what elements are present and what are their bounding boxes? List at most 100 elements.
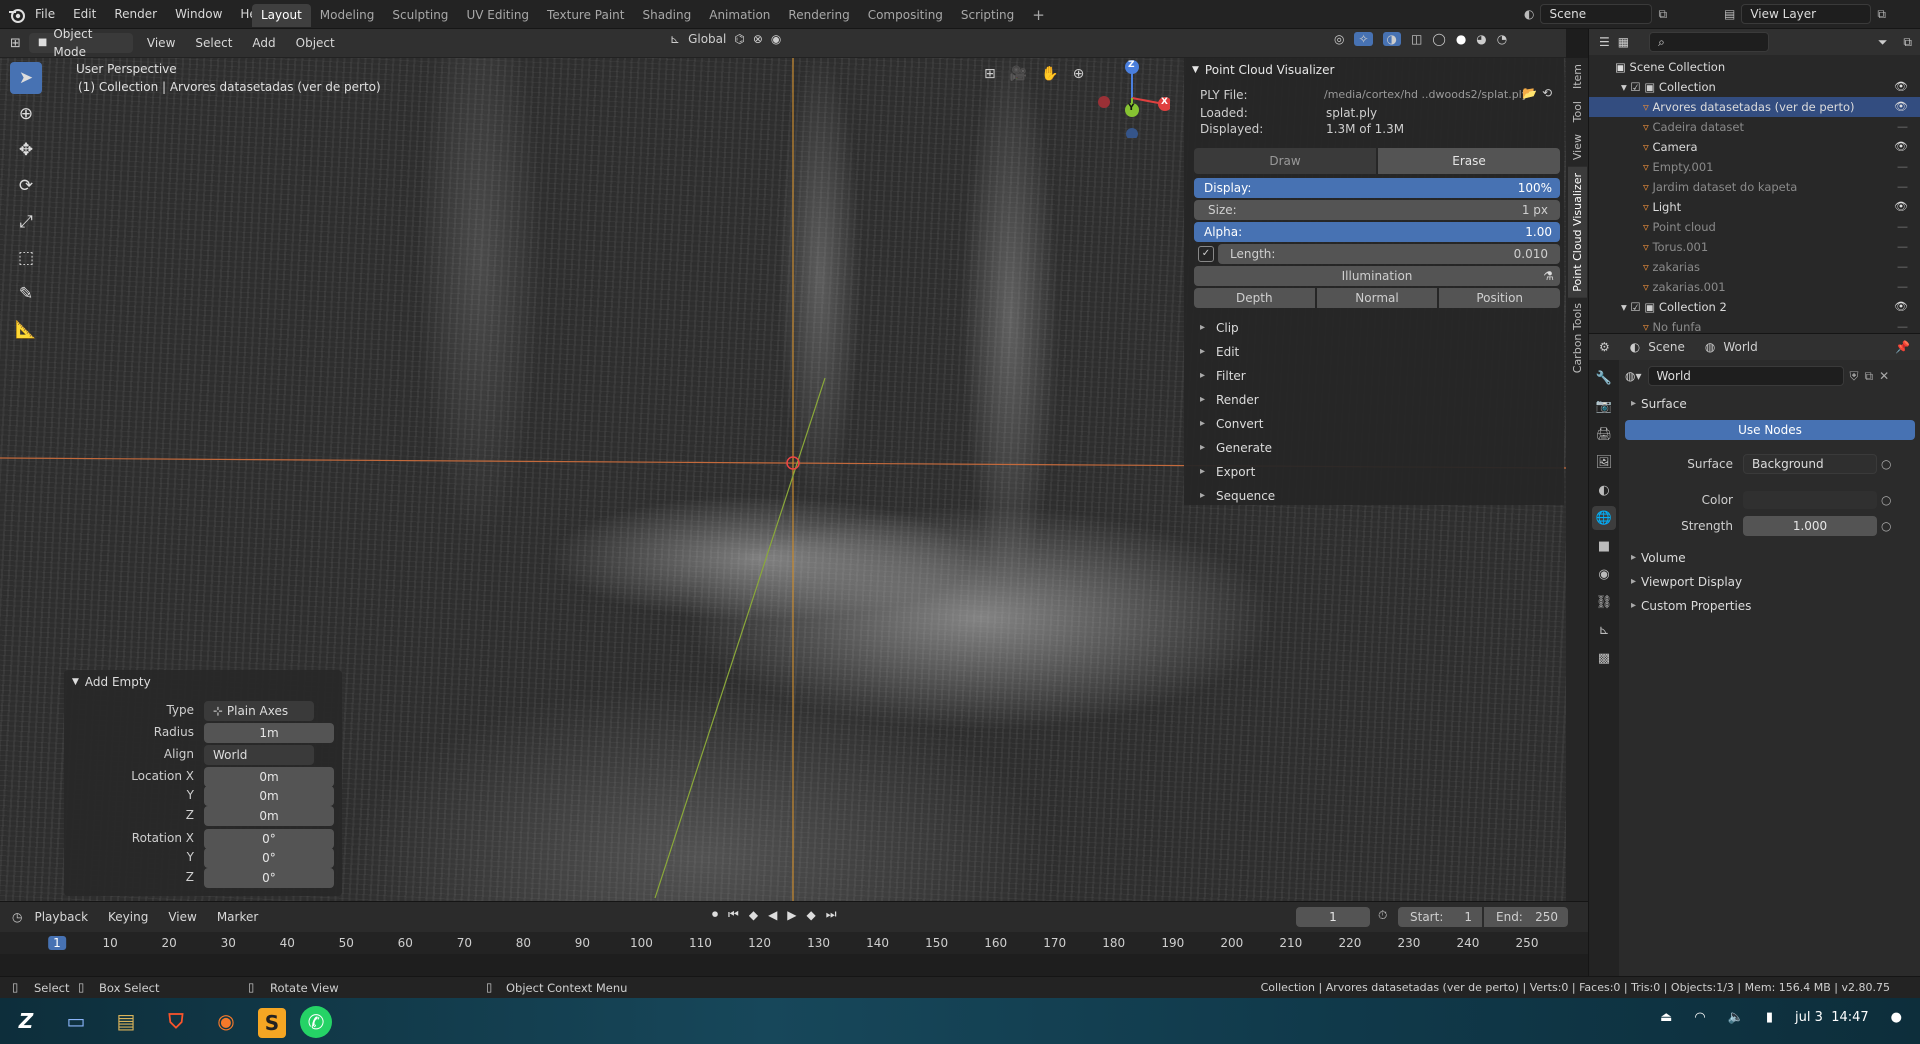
transform-tool-button[interactable]: ⬚ bbox=[10, 242, 42, 274]
rotate-tool-button[interactable]: ⟳ bbox=[10, 170, 42, 202]
navigation-gizmo[interactable]: Z Y X bbox=[1090, 58, 1172, 140]
tab-texture-paint[interactable]: Texture Paint bbox=[538, 4, 633, 27]
texture-tab-icon[interactable]: ▩ bbox=[1592, 646, 1616, 670]
draw-button[interactable]: Draw bbox=[1194, 148, 1376, 174]
object-tab-icon[interactable]: ■ bbox=[1592, 534, 1616, 558]
solid-shading-icon[interactable]: ● bbox=[1456, 32, 1466, 46]
wifi-icon[interactable]: ◠ bbox=[1694, 1010, 1705, 1025]
tab-scripting[interactable]: Scripting bbox=[952, 4, 1023, 27]
gizmo-toggle-icon[interactable]: ✧ bbox=[1354, 32, 1373, 46]
outliner-item[interactable]: ▿ Camera 👁 bbox=[1589, 137, 1920, 157]
record-icon[interactable]: ⏺ bbox=[712, 907, 718, 922]
align-dropdown[interactable]: World bbox=[204, 745, 314, 765]
filter-icon[interactable]: ⏷ bbox=[1878, 35, 1888, 50]
pivot-icon[interactable]: ⌬ bbox=[734, 32, 744, 46]
menu-window[interactable]: Window bbox=[166, 0, 231, 29]
outliner-search[interactable]: ⌕ bbox=[1649, 32, 1770, 52]
output-tab-icon[interactable]: 🖨 bbox=[1592, 422, 1616, 446]
properties-editor-icon[interactable]: ⚙ bbox=[1599, 340, 1610, 354]
volume-icon[interactable]: 🔈 bbox=[1728, 1010, 1744, 1025]
rendered-shading-icon[interactable]: ◔ bbox=[1497, 32, 1507, 46]
type-dropdown[interactable]: ⊹ Plain Axes bbox=[204, 701, 314, 721]
timeline-menu-keying[interactable]: Keying bbox=[100, 906, 156, 928]
outliner-editor-icon[interactable]: ☰ bbox=[1599, 35, 1610, 49]
current-frame-field[interactable]: 1 bbox=[1296, 907, 1370, 927]
tab-uv-editing[interactable]: UV Editing bbox=[457, 4, 538, 27]
section-export[interactable]: Export bbox=[1194, 460, 1560, 484]
outliner-item[interactable]: ▿ Point cloud — bbox=[1589, 217, 1920, 237]
outliner-item[interactable]: ▿ Light 👁 bbox=[1589, 197, 1920, 217]
tab-layout[interactable]: Layout bbox=[252, 4, 311, 27]
open-file-icon[interactable]: 📂 bbox=[1522, 86, 1537, 100]
scene-tab-icon[interactable]: ◐ bbox=[1592, 478, 1616, 502]
rotation-y-field[interactable]: 0° bbox=[204, 848, 334, 868]
add-workspace-button[interactable]: + bbox=[1023, 4, 1054, 27]
brave-browser-icon[interactable]: ⛉ bbox=[158, 1003, 194, 1039]
outliner-item[interactable]: ▿ Cadeira dataset — bbox=[1589, 117, 1920, 137]
visibility-eye-icon[interactable]: 👁 bbox=[1894, 297, 1908, 317]
visibility-eye-icon[interactable]: 👁 bbox=[1894, 137, 1908, 157]
new-scene-icon[interactable]: ⧉ bbox=[1658, 7, 1667, 22]
section-filter[interactable]: Filter bbox=[1194, 364, 1560, 388]
display-mode-icon[interactable]: ▦ bbox=[1618, 35, 1629, 49]
volume-section[interactable]: Volume bbox=[1625, 546, 1915, 570]
blender-app-icon[interactable]: ◉ bbox=[208, 1003, 244, 1039]
timeline-menu-marker[interactable]: Marker bbox=[209, 906, 266, 928]
outliner-item[interactable]: ▿ zakarias.001— bbox=[1589, 277, 1920, 297]
tab-point-cloud-visualizer[interactable]: Point Cloud Visualizer bbox=[1567, 166, 1587, 298]
rotation-z-field[interactable]: 0° bbox=[204, 868, 334, 888]
outliner-item[interactable]: ▿ zakarias — bbox=[1589, 257, 1920, 277]
section-sequence[interactable]: Sequence bbox=[1194, 484, 1560, 508]
surface-socket-icon[interactable]: ○ bbox=[1881, 457, 1891, 471]
section-generate[interactable]: Generate bbox=[1194, 436, 1560, 460]
strength-field[interactable]: 1.000 bbox=[1743, 516, 1877, 536]
visibility-eye-icon[interactable]: 👁 bbox=[1894, 97, 1908, 117]
zoom-icon[interactable]: ⊕ bbox=[1073, 66, 1085, 82]
notification-dot-icon[interactable]: ● bbox=[1891, 1010, 1902, 1025]
fake-user-icon[interactable]: ⛨ bbox=[1850, 369, 1859, 384]
size-field[interactable]: Size: 1 px bbox=[1194, 200, 1560, 220]
timeline-menu-playback[interactable]: Playback bbox=[26, 906, 96, 928]
tab-item[interactable]: Item bbox=[1568, 58, 1587, 95]
tab-modeling[interactable]: Modeling bbox=[311, 4, 384, 27]
illumination-button[interactable]: Illumination ⚗ bbox=[1194, 266, 1560, 286]
custom-properties-section[interactable]: Custom Properties bbox=[1625, 594, 1915, 618]
world-tab-icon[interactable]: 🌐 bbox=[1592, 506, 1616, 530]
cursor-tool-button[interactable]: ⊕ bbox=[10, 98, 42, 130]
tab-view[interactable]: View bbox=[1568, 128, 1587, 166]
outliner-item[interactable]: ▾ ☑ ▣ Collection 👁 bbox=[1589, 77, 1920, 97]
use-nodes-button[interactable]: Use Nodes bbox=[1625, 420, 1915, 440]
hidden-eye-icon[interactable]: — bbox=[1897, 217, 1908, 237]
physics-tab-icon[interactable]: ◉ bbox=[1592, 562, 1616, 586]
pan-hand-icon[interactable]: ✋ bbox=[1041, 66, 1058, 82]
visibility-eye-icon[interactable]: 👁 bbox=[1894, 197, 1908, 217]
rotation-x-field[interactable]: 0° bbox=[204, 829, 334, 849]
position-button[interactable]: Position bbox=[1439, 288, 1561, 308]
visibility-icon[interactable]: ◎ bbox=[1334, 32, 1344, 46]
surface-section-header[interactable]: Surface bbox=[1625, 392, 1915, 416]
tab-carbon-tools[interactable]: Carbon Tools bbox=[1568, 297, 1587, 379]
pin-icon[interactable]: 📌 bbox=[1895, 340, 1910, 354]
stopwatch-icon[interactable]: ⏱ bbox=[1378, 908, 1387, 923]
illumination-settings-icon[interactable]: ⚗ bbox=[1543, 266, 1554, 286]
blender-logo-icon[interactable] bbox=[8, 6, 26, 24]
color-swatch[interactable] bbox=[1743, 491, 1877, 509]
visibility-eye-icon[interactable]: 👁 bbox=[1894, 77, 1908, 97]
wireframe-shading-icon[interactable]: ◯ bbox=[1432, 32, 1445, 46]
new-collection-icon[interactable]: ⧉ bbox=[1903, 35, 1912, 50]
viewport-menu-select[interactable]: Select bbox=[189, 32, 238, 54]
length-checkbox[interactable]: ✓ bbox=[1198, 246, 1214, 262]
outliner-item[interactable]: ▿ Empty.001— bbox=[1589, 157, 1920, 177]
proportional-edit-icon[interactable]: ◉ bbox=[771, 32, 781, 46]
viewport-display-section[interactable]: Viewport Display bbox=[1625, 570, 1915, 594]
erase-button[interactable]: Erase bbox=[1378, 148, 1560, 174]
location-z-field[interactable]: 0m bbox=[204, 806, 334, 826]
view-layer-field[interactable]: View Layer bbox=[1741, 4, 1872, 24]
outliner-item[interactable]: ▾ ☑ ▣ Collection 2 👁 bbox=[1589, 297, 1920, 317]
annotate-tool-button[interactable]: ✎ bbox=[10, 278, 42, 310]
whatsapp-icon[interactable]: ✆ bbox=[300, 1006, 332, 1038]
world-browse-icon[interactable]: ◍▾ bbox=[1625, 369, 1642, 383]
next-keyframe-icon[interactable]: ◆ bbox=[807, 908, 816, 922]
overlay-toggle-icon[interactable]: ◑ bbox=[1382, 32, 1402, 46]
scene-collection-row[interactable]: ▣ Scene Collection bbox=[1589, 57, 1920, 77]
